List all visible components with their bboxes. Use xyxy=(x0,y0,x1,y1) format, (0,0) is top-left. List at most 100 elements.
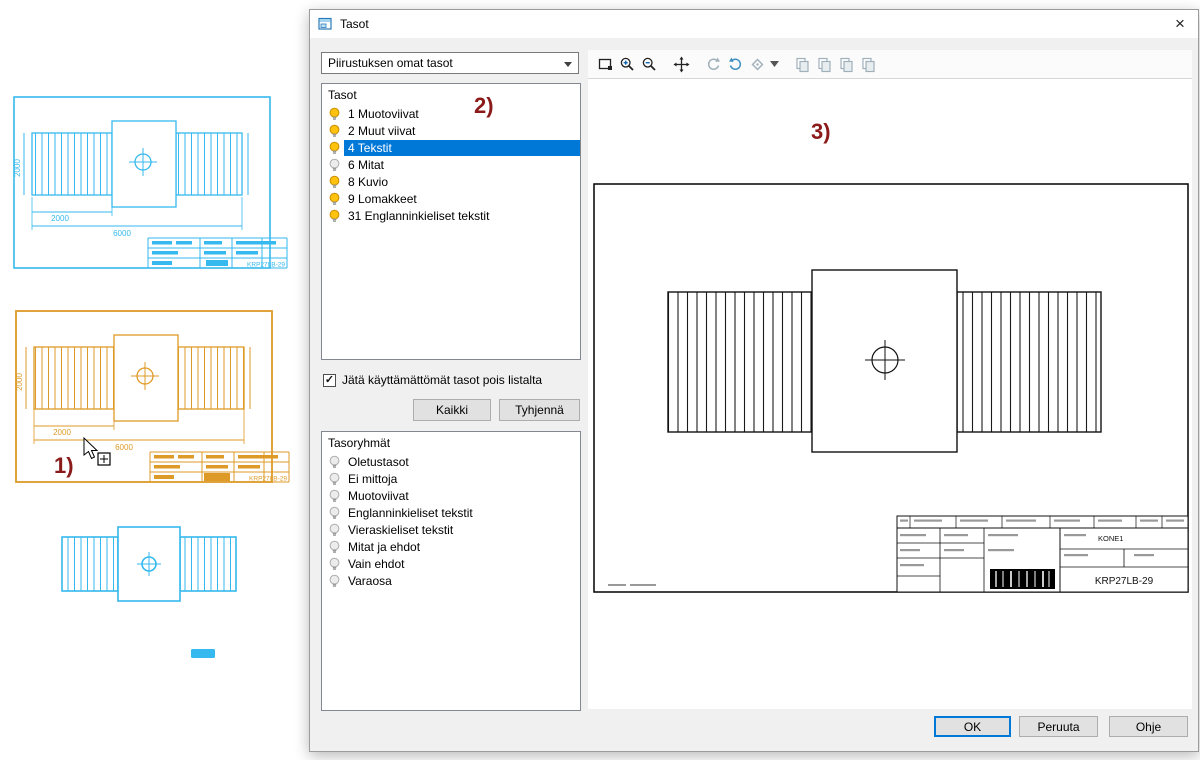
layer-label: 9 Lomakkeet xyxy=(344,191,580,207)
ok-button[interactable]: OK xyxy=(934,716,1011,737)
layer-label: 4 Tekstit xyxy=(344,140,580,156)
preview-pane[interactable]: KONE1 KRP27LB-29 xyxy=(588,79,1192,709)
pan-icon[interactable] xyxy=(670,53,692,75)
zoom-window-icon[interactable] xyxy=(594,53,616,75)
bulb-off-icon[interactable] xyxy=(328,540,342,554)
paste-view-icon-2 xyxy=(813,53,835,75)
help-button[interactable]: Ohje xyxy=(1109,716,1188,737)
zoom-in-icon[interactable] xyxy=(616,53,638,75)
titleblock-drawing-number: KRP27LB-29 xyxy=(1095,576,1154,587)
layer-group-row[interactable]: Muotoviivat xyxy=(322,487,580,504)
layer-group-label: Vieraskieliset tekstit xyxy=(344,522,580,538)
bulb-off-icon[interactable] xyxy=(328,489,342,503)
layer-label: 1 Muotoviivat xyxy=(344,106,580,122)
cancel-button[interactable]: Peruuta xyxy=(1019,716,1098,737)
layer-row[interactable]: 9 Lomakkeet xyxy=(322,190,580,207)
dialog-titlebar[interactable]: Tasot × xyxy=(310,10,1198,38)
layer-group-label: Vain ehdot xyxy=(344,556,580,572)
bulb-off-icon[interactable] xyxy=(328,557,342,571)
close-button[interactable]: × xyxy=(1164,11,1196,36)
bulb-on-icon[interactable] xyxy=(328,209,342,223)
preview-barcode xyxy=(990,569,1055,589)
paste-view-icon-3 xyxy=(835,53,857,75)
hide-unused-checkbox-row[interactable]: ✓ Jätä käyttämättömät tasot pois listalt… xyxy=(323,373,542,387)
layer-label: 31 Englanninkieliset tekstit xyxy=(344,208,580,224)
titleblock-company: KONE1 xyxy=(1098,534,1123,543)
titleblock-number: KRP27LB-29 xyxy=(249,476,287,483)
dim-label: 2000 xyxy=(15,373,24,391)
annotation-1: 1) xyxy=(54,453,74,479)
groups-list: OletustasotEi mittojaMuotoviivatEnglanni… xyxy=(322,453,580,589)
layer-row[interactable]: 1 Muotoviivat xyxy=(322,105,580,122)
select-all-button[interactable]: Kaikki xyxy=(413,399,491,421)
bulb-on-icon[interactable] xyxy=(328,124,342,138)
groups-list-header: Tasoryhmät xyxy=(322,432,580,453)
bulb-off-icon[interactable] xyxy=(328,506,342,520)
hide-unused-label: Jätä käyttämättömät tasot pois listalta xyxy=(342,373,542,387)
bulb-off-icon[interactable] xyxy=(328,472,342,486)
layer-label: 8 Kuvio xyxy=(344,174,580,190)
layer-group-row[interactable]: Vieraskieliset tekstit xyxy=(322,521,580,538)
bulb-on-icon[interactable] xyxy=(328,192,342,206)
drawing-part-small-cyan[interactable] xyxy=(62,527,236,601)
annotation-3: 3) xyxy=(811,119,831,145)
layer-row[interactable]: 2 Muut viivat xyxy=(322,122,580,139)
layer-source-value: Piirustuksen omat tasot xyxy=(328,56,453,70)
layer-label: 6 Mitat xyxy=(344,157,580,173)
preview-drawing: KONE1 KRP27LB-29 xyxy=(588,79,1192,709)
layer-group-row[interactable]: Oletustasot xyxy=(322,453,580,470)
layer-row[interactable]: 8 Kuvio xyxy=(322,173,580,190)
layer-source-dropdown[interactable]: Piirustuksen omat tasot xyxy=(321,52,579,74)
cursor-icon xyxy=(84,438,110,465)
dim-label: 6000 xyxy=(115,443,133,452)
dialog-icon xyxy=(318,17,333,31)
bulb-on-icon[interactable] xyxy=(328,107,342,121)
layer-group-row[interactable]: Englanninkieliset tekstit xyxy=(322,504,580,521)
layer-row[interactable]: 4 Tekstit xyxy=(322,139,580,156)
layer-label: 2 Muut viivat xyxy=(344,123,580,139)
layers-listbox[interactable]: Tasot 1 Muotoviivat2 Muut viivat4 Teksti… xyxy=(321,83,581,360)
annotation-2: 2) xyxy=(474,93,494,119)
bulb-off-icon[interactable] xyxy=(328,455,342,469)
layer-group-row[interactable]: Mitat ja ehdot xyxy=(322,538,580,555)
checkbox-checked-icon[interactable]: ✓ xyxy=(323,374,336,387)
bulb-off-icon[interactable] xyxy=(328,523,342,537)
chevron-down-icon[interactable] xyxy=(768,53,781,75)
layer-group-label: Ei mittoja xyxy=(344,471,580,487)
layer-row[interactable]: 31 Englanninkieliset tekstit xyxy=(322,207,580,224)
preview-toolbar xyxy=(588,50,1192,78)
layers-list: 1 Muotoviivat2 Muut viivat4 Tekstit6 Mit… xyxy=(322,105,580,224)
layer-group-label: Mitat ja ehdot xyxy=(344,539,580,555)
dialog-title: Tasot xyxy=(340,17,369,31)
cad-canvas[interactable]: 2000 6000 2000 KRP27LB-29 xyxy=(0,0,308,760)
dim-label: 6000 xyxy=(113,229,131,238)
bulb-off-icon[interactable] xyxy=(328,574,342,588)
drawing-sheet-cyan[interactable]: 2000 6000 2000 KRP27LB-29 xyxy=(13,97,287,269)
dim-label: 2000 xyxy=(53,428,71,437)
layer-group-row[interactable]: Ei mittoja xyxy=(322,470,580,487)
layer-group-label: Muotoviivat xyxy=(344,488,580,504)
clear-button[interactable]: Tyhjennä xyxy=(499,399,580,421)
layers-list-header: Tasot xyxy=(322,84,580,105)
bulb-on-icon[interactable] xyxy=(328,141,342,155)
layer-group-label: Englanninkieliset tekstit xyxy=(344,505,580,521)
dim-label: 2000 xyxy=(13,159,22,177)
layer-group-row[interactable]: Vain ehdot xyxy=(322,555,580,572)
titleblock-number: KRP27LB-29 xyxy=(247,262,285,269)
layer-group-label: Varaosa xyxy=(344,573,580,589)
selection-highlight-rect[interactable] xyxy=(191,649,215,658)
rotate-ccw-icon xyxy=(702,53,724,75)
rotate-cw-icon[interactable] xyxy=(724,53,746,75)
paste-view-icon-1 xyxy=(791,53,813,75)
center-view-icon xyxy=(746,53,768,75)
bulb-on-icon[interactable] xyxy=(328,175,342,189)
bulb-off-icon[interactable] xyxy=(328,158,342,172)
layer-row[interactable]: 6 Mitat xyxy=(322,156,580,173)
layer-group-row[interactable]: Varaosa xyxy=(322,572,580,589)
chevron-down-icon xyxy=(564,62,572,67)
layers-dialog: Tasot × Piirustuksen omat tasot Tasot 1 … xyxy=(309,9,1199,752)
layer-groups-listbox[interactable]: Tasoryhmät OletustasotEi mittojaMuotovii… xyxy=(321,431,581,711)
layer-group-label: Oletustasot xyxy=(344,454,580,470)
dim-label: 2000 xyxy=(51,214,69,223)
zoom-out-icon[interactable] xyxy=(638,53,660,75)
